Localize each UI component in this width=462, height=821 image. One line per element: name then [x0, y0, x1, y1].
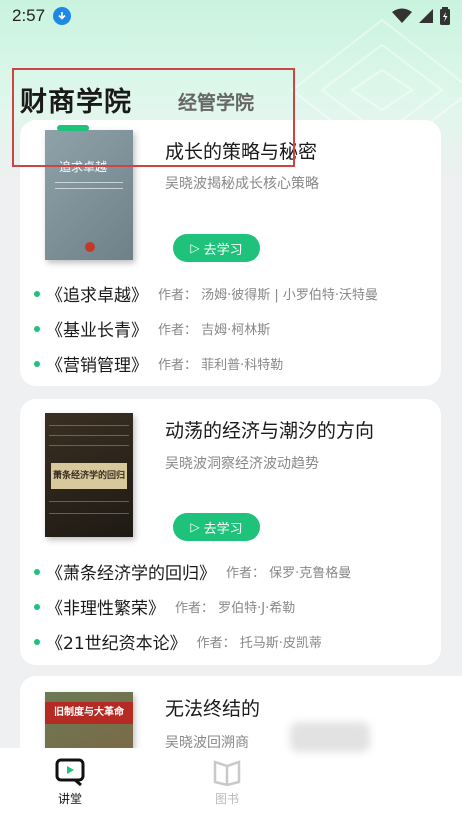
bullet: [34, 568, 40, 575]
rec-book-author: 作者： 菲利普·科特勒: [158, 358, 284, 373]
recommendation-list: 《萧条经济学的回归》 作者： 保罗·克鲁格曼 《非理性繁荣》 作者： 罗伯特·J…: [34, 554, 351, 659]
rec-book-name: 《营销管理》: [46, 356, 148, 376]
course-subtitle: 吴晓波洞察经济波动趋势: [165, 456, 319, 472]
course-title[interactable]: 动荡的经济与潮汐的方向: [165, 416, 374, 443]
download-icon: [53, 7, 72, 25]
rec-book-name: 《追求卓越》: [46, 286, 148, 306]
study-button[interactable]: ▷ 去学习: [173, 513, 260, 541]
bullet: [34, 325, 40, 332]
list-item[interactable]: 《营销管理》 作者： 菲利普·科特勒: [34, 346, 378, 381]
highlight-box: [12, 68, 295, 167]
course-title[interactable]: 无法终结的: [165, 694, 260, 721]
bullet: [34, 603, 40, 610]
nav-label: 讲堂: [57, 792, 82, 806]
bullet: [34, 290, 40, 297]
nav-label: 图书: [214, 792, 239, 806]
course-card[interactable]: 萧条经济学的回归 动荡的经济与潮汐的方向 吴晓波洞察经济波动趋势 ▷ 去学习 《…: [20, 399, 441, 665]
signal-icon: [419, 9, 433, 23]
list-item[interactable]: 《追求卓越》 作者： 汤姆·彼得斯 | 小罗伯特·沃特曼: [34, 276, 378, 311]
book-cover-title: 旧制度与大革命: [45, 702, 133, 724]
tv-icon: [55, 758, 85, 786]
course-subtitle: 吴晓波揭秘成长核心策略: [165, 176, 319, 192]
rec-book-author: 作者： 罗伯特·J·希勒: [175, 601, 296, 616]
bullet: [34, 360, 40, 367]
book-cover-title: 萧条经济学的回归: [51, 463, 127, 489]
study-button-label: 去学习: [203, 242, 243, 258]
status-bar: 2:57: [0, 0, 462, 32]
study-button-label: 去学习: [203, 521, 243, 537]
rec-book-author: 作者： 托马斯·皮凯蒂: [196, 636, 322, 651]
rec-book-author: 作者： 汤姆·彼得斯 | 小罗伯特·沃特曼: [158, 288, 379, 303]
rec-book-name: 《萧条经济学的回归》: [46, 564, 216, 584]
study-button[interactable]: ▷ 去学习: [173, 234, 260, 262]
play-icon: ▷: [190, 520, 200, 534]
nav-item-books[interactable]: 图书: [212, 758, 242, 807]
status-time: 2:57: [12, 6, 46, 25]
book-cover: 萧条经济学的回归: [45, 413, 133, 537]
battery-icon: [440, 7, 450, 25]
blurred-content: [290, 722, 370, 752]
bullet: [34, 638, 40, 645]
nav-item-lecture[interactable]: 讲堂: [55, 758, 85, 807]
rec-book-author: 作者： 保罗·克鲁格曼: [226, 566, 352, 581]
list-item[interactable]: 《萧条经济学的回归》 作者： 保罗·克鲁格曼: [34, 554, 351, 589]
list-item[interactable]: 《21世纪资本论》 作者： 托马斯·皮凯蒂: [34, 624, 351, 659]
rec-book-name: 《非理性繁荣》: [46, 599, 165, 619]
wifi-icon: [392, 8, 412, 23]
list-item[interactable]: 《基业长青》 作者： 吉姆·柯林斯: [34, 311, 378, 346]
rec-book-name: 《21世纪资本论》: [46, 634, 187, 654]
rec-book-author: 作者： 吉姆·柯林斯: [158, 323, 271, 338]
recommendation-list: 《追求卓越》 作者： 汤姆·彼得斯 | 小罗伯特·沃特曼 《基业长青》 作者： …: [34, 276, 378, 381]
rec-book-name: 《基业长青》: [46, 321, 148, 341]
book-icon: [213, 760, 241, 786]
list-item[interactable]: 《非理性繁荣》 作者： 罗伯特·J·希勒: [34, 589, 351, 624]
play-icon: ▷: [190, 241, 200, 255]
